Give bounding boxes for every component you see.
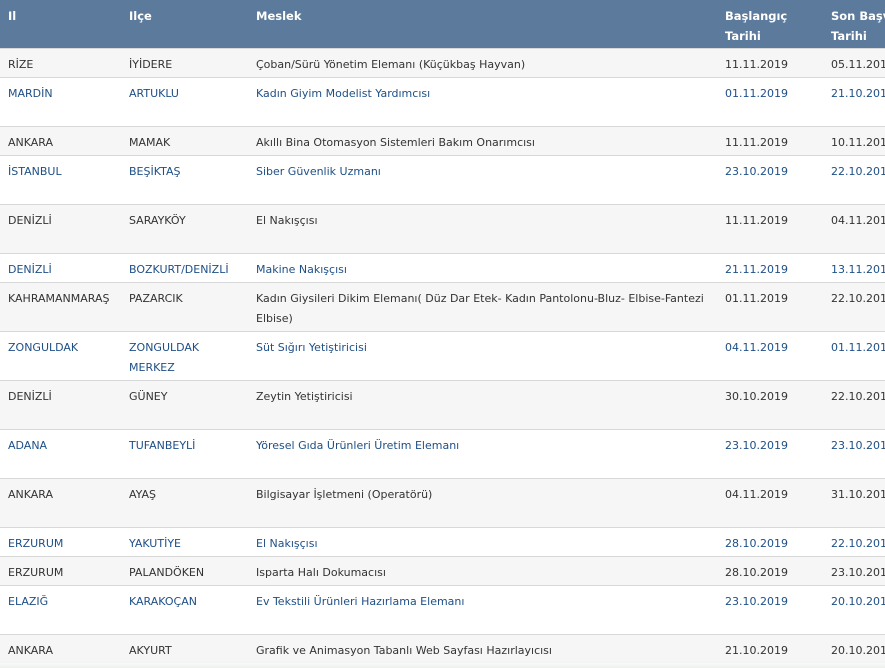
- cell-baslangic-tarihi: 11.11.2019: [717, 203, 823, 253]
- job-listings-table-container: Il Ilçe Meslek Başlangıç Tarihi Son Başv…: [0, 0, 885, 668]
- cell-ilce: PALANDÖKEN: [121, 555, 248, 585]
- cell-il: ZONGULDAK: [0, 330, 121, 380]
- cell-baslangic-tarihi: 30.10.2019: [717, 379, 823, 429]
- cell-ilce: BOZKURT/DENİZLİ: [121, 252, 248, 282]
- cell-il: ERZURUM: [0, 555, 121, 585]
- cell-il: DENİZLİ: [0, 252, 121, 282]
- cell-baslangic-tarihi: 04.11.2019: [717, 477, 823, 527]
- job-listings-table: Il Ilçe Meslek Başlangıç Tarihi Son Başv…: [0, 0, 885, 663]
- cell-son-basvuru-tarihi: 20.10.2019: [823, 633, 885, 663]
- cell-il: ANKARA: [0, 633, 121, 663]
- cell-baslangic-tarihi: 21.10.2019: [717, 633, 823, 663]
- cell-il: KAHRAMANMARAŞ: [0, 281, 121, 331]
- table-row[interactable]: DENİZLİ GÜNEY Zeytin Yetiştiricisi 30.10.20…: [0, 379, 885, 429]
- cell-il: ADANA: [0, 428, 121, 478]
- header-baslangic-tarihi[interactable]: Başlangıç Tarihi: [717, 0, 823, 48]
- cell-il: RİZE: [0, 47, 121, 77]
- table-row[interactable]: ERZURUM PALANDÖKEN Isparta Halı Dokumacısı…: [0, 555, 885, 585]
- cell-meslek: Bilgisayar İşletmeni (Operatörü): [248, 477, 717, 527]
- cell-baslangic-tarihi: 23.10.2019: [717, 154, 823, 204]
- header-son-basvuru-tarihi[interactable]: Son Başvuru Tarihi: [823, 0, 885, 48]
- cell-son-basvuru-tarihi: 13.11.2019: [823, 252, 885, 282]
- cell-meslek: Grafik ve Animasyon Tabanlı Web Sayfası …: [248, 633, 717, 663]
- cell-ilce: YAKUTİYE: [121, 526, 248, 556]
- cell-son-basvuru-tarihi: 22.10.2019: [823, 379, 885, 429]
- cell-il: ANKARA: [0, 477, 121, 527]
- cell-baslangic-tarihi: 21.11.2019: [717, 252, 823, 282]
- table-row[interactable]: MARDİN ARTUKLU Kadın Giyim Modelist Yardım…: [0, 76, 885, 126]
- cell-son-basvuru-tarihi: 01.11.2019: [823, 330, 885, 380]
- cell-baslangic-tarihi: 01.11.2019: [717, 76, 823, 126]
- cell-meslek: El Nakışçısı: [248, 203, 717, 253]
- cell-ilce: ZONGULDAK MERKEZ: [121, 330, 248, 380]
- header-meslek[interactable]: Meslek: [248, 0, 717, 48]
- cell-il: DENİZLİ: [0, 379, 121, 429]
- cell-meslek: Isparta Halı Dokumacısı: [248, 555, 717, 585]
- cell-baslangic-tarihi: 01.11.2019: [717, 281, 823, 331]
- cell-ilce: TUFANBEYLİ: [121, 428, 248, 478]
- cell-son-basvuru-tarihi: 05.11.2019: [823, 47, 885, 77]
- cell-baslangic-tarihi: 23.10.2019: [717, 428, 823, 478]
- header-il[interactable]: Il: [0, 0, 121, 48]
- cell-meslek: Kadın Giysileri Dikim Elemanı( Düz Dar E…: [248, 281, 717, 331]
- cell-il: DENİZLİ: [0, 203, 121, 253]
- table-row[interactable]: ERZURUM YAKUTİYE El Nakışçısı 28.10.2019 22.…: [0, 526, 885, 556]
- cell-ilce: ARTUKLU: [121, 76, 248, 126]
- cell-son-basvuru-tarihi: 20.10.2019: [823, 584, 885, 634]
- cell-meslek: Çoban/Sürü Yönetim Elemanı (Küçükbaş Hay…: [248, 47, 717, 77]
- cell-meslek: Yöresel Gıda Ürünleri Üretim Elemanı: [248, 428, 717, 478]
- header-ilce[interactable]: Ilçe: [121, 0, 248, 48]
- cell-ilce: BEŞİKTAŞ: [121, 154, 248, 204]
- cell-ilce: İYİDERE: [121, 47, 248, 77]
- table-row[interactable]: ELAZIĞ KARAKOÇAN Ev Tekstili Ürünleri Hazı…: [0, 584, 885, 634]
- cell-ilce: MAMAK: [121, 125, 248, 155]
- table-row[interactable]: RİZE İYİDERE Çoban/Sürü Yönetim Elemanı (K…: [0, 47, 885, 77]
- cell-son-basvuru-tarihi: 31.10.2019: [823, 477, 885, 527]
- cell-ilce: SARAYKÖY: [121, 203, 248, 253]
- cell-baslangic-tarihi: 28.10.2019: [717, 526, 823, 556]
- cell-meslek: Zeytin Yetiştiricisi: [248, 379, 717, 429]
- cell-il: ELAZIĞ: [0, 584, 121, 634]
- cell-baslangic-tarihi: 11.11.2019: [717, 47, 823, 77]
- cell-ilce: AKYURT: [121, 633, 248, 663]
- cell-baslangic-tarihi: 04.11.2019: [717, 330, 823, 380]
- cell-il: ANKARA: [0, 125, 121, 155]
- cell-meslek: Kadın Giyim Modelist Yardımcısı: [248, 76, 717, 126]
- cell-meslek: Siber Güvenlik Uzmanı: [248, 154, 717, 204]
- table-row[interactable]: KAHRAMANMARAŞ PAZARCIK Kadın Giysileri Dik…: [0, 281, 885, 331]
- cell-ilce: PAZARCIK: [121, 281, 248, 331]
- cell-meslek: Makine Nakışçısı: [248, 252, 717, 282]
- table-row[interactable]: ZONGULDAK ZONGULDAK MERKEZ Süt Sığırı Yeti…: [0, 330, 885, 380]
- table-row[interactable]: DENİZLİ BOZKURT/DENİZLİ Makine Nakışçısı 21…: [0, 252, 885, 282]
- cell-son-basvuru-tarihi: 23.10.2019: [823, 428, 885, 478]
- cell-son-basvuru-tarihi: 22.10.2019: [823, 154, 885, 204]
- cell-meslek: Süt Sığırı Yetiştiricisi: [248, 330, 717, 380]
- table-row[interactable]: DENİZLİ SARAYKÖY El Nakışçısı 11.11.2019 04.…: [0, 203, 885, 253]
- table-row[interactable]: ADANA TUFANBEYLİ Yöresel Gıda Ürünleri Üre…: [0, 428, 885, 478]
- cell-baslangic-tarihi: 11.11.2019: [717, 125, 823, 155]
- cell-il: MARDİN: [0, 76, 121, 126]
- table-row[interactable]: ANKARA AYAŞ Bilgisayar İşletmeni (Operatör…: [0, 477, 885, 527]
- cell-ilce: GÜNEY: [121, 379, 248, 429]
- cell-son-basvuru-tarihi: 04.11.2019: [823, 203, 885, 253]
- table-body: RİZE İYİDERE Çoban/Sürü Yönetim Elemanı (K…: [0, 47, 885, 663]
- table-row[interactable]: ANKARA MAMAK Akıllı Bina Otomasyon Sisteml…: [0, 125, 885, 155]
- cell-meslek: Akıllı Bina Otomasyon Sistemleri Bakım O…: [248, 125, 717, 155]
- table-row[interactable]: İSTANBUL BEŞİKTAŞ Siber Güvenlik Uzmanı 23.…: [0, 154, 885, 204]
- cell-son-basvuru-tarihi: 21.10.2019: [823, 76, 885, 126]
- cell-baslangic-tarihi: 23.10.2019: [717, 584, 823, 634]
- cell-il: İSTANBUL: [0, 154, 121, 204]
- cell-son-basvuru-tarihi: 22.10.2019: [823, 281, 885, 331]
- cell-il: ERZURUM: [0, 526, 121, 556]
- table-row[interactable]: ANKARA AKYURT Grafik ve Animasyon Tabanlı …: [0, 633, 885, 663]
- cell-meslek: Ev Tekstili Ürünleri Hazırlama Elemanı: [248, 584, 717, 634]
- cell-son-basvuru-tarihi: 22.10.2019: [823, 526, 885, 556]
- cell-ilce: AYAŞ: [121, 477, 248, 527]
- cell-meslek: El Nakışçısı: [248, 526, 717, 556]
- cell-ilce: KARAKOÇAN: [121, 584, 248, 634]
- table-header-row: Il Ilçe Meslek Başlangıç Tarihi Son Başv…: [0, 0, 885, 48]
- cell-baslangic-tarihi: 28.10.2019: [717, 555, 823, 585]
- cell-son-basvuru-tarihi: 10.11.2019: [823, 125, 885, 155]
- cell-son-basvuru-tarihi: 23.10.2019: [823, 555, 885, 585]
